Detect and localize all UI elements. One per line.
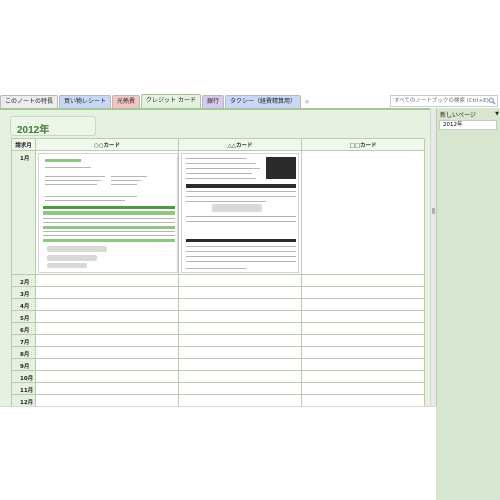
- tab-features[interactable]: このノートの特長: [0, 95, 59, 108]
- table-cell[interactable]: [178, 382, 302, 395]
- page-title: 2012年: [17, 125, 50, 136]
- search-placeholder: すべてのノートブックの検索 (Ctrl+E): [394, 98, 489, 104]
- monthly-table: 請求月 ○○カード △△カード □□カード 1月 2月 3月 4月 5月 6月 …: [11, 138, 425, 406]
- month-label: 6月: [11, 322, 36, 335]
- table-cell[interactable]: [178, 346, 302, 359]
- ribbon-area: [0, 0, 500, 94]
- table-cell[interactable]: [301, 150, 425, 275]
- table-cell[interactable]: [178, 322, 302, 335]
- table-row: 1月: [11, 150, 425, 275]
- table-cell[interactable]: [35, 310, 179, 323]
- table-cell[interactable]: [35, 394, 179, 406]
- table-cell[interactable]: [35, 382, 179, 395]
- month-label: 10月: [11, 370, 36, 383]
- table-cell[interactable]: [35, 334, 179, 347]
- add-section-button[interactable]: +: [302, 96, 312, 108]
- page-list-panel-bottom: [436, 406, 500, 500]
- month-label: 2月: [11, 274, 36, 287]
- table-cell[interactable]: [301, 382, 425, 395]
- table-cell[interactable]: [35, 274, 179, 287]
- header-card-c: □□カード: [301, 138, 425, 151]
- page-list-item[interactable]: 2012年: [439, 120, 497, 130]
- table-cell[interactable]: [35, 286, 179, 299]
- table-cell[interactable]: [301, 310, 425, 323]
- table-cell[interactable]: [178, 150, 302, 275]
- table-cell[interactable]: [178, 298, 302, 311]
- table-cell[interactable]: [178, 394, 302, 406]
- table-cell[interactable]: [301, 370, 425, 383]
- table-cell[interactable]: [301, 286, 425, 299]
- tab-taxi[interactable]: タクシー（経費精算用）: [224, 95, 301, 108]
- status-area: [0, 406, 500, 500]
- table-cell[interactable]: [301, 346, 425, 359]
- page-list-panel: 新しいページ ▼ 2012年: [436, 108, 500, 406]
- scroll-thumb[interactable]: [432, 208, 435, 214]
- statement-image-b[interactable]: [181, 153, 299, 273]
- table-cell[interactable]: [35, 150, 179, 275]
- month-label: 3月: [11, 286, 36, 299]
- table-cell[interactable]: [35, 322, 179, 335]
- new-page-label: 新しいページ: [440, 111, 476, 119]
- table-cell[interactable]: [178, 358, 302, 371]
- header-card-b: △△カード: [178, 138, 302, 151]
- tab-credit-card[interactable]: クレジット カード: [141, 94, 201, 108]
- new-page-button[interactable]: 新しいページ ▼: [437, 108, 500, 120]
- month-label: 12月: [11, 394, 36, 406]
- table-cell[interactable]: [35, 298, 179, 311]
- month-label: 5月: [11, 310, 36, 323]
- table-cell[interactable]: [301, 322, 425, 335]
- tab-utilities[interactable]: 光熱費: [112, 95, 141, 108]
- page-title-box[interactable]: 2012年: [10, 116, 96, 136]
- month-label: 9月: [11, 358, 36, 371]
- table-cell[interactable]: [35, 358, 179, 371]
- tab-receipts[interactable]: 買い物レシート: [59, 95, 112, 108]
- table-cell[interactable]: [178, 370, 302, 383]
- table-cell[interactable]: [301, 394, 425, 406]
- header-billing-month: 請求月: [11, 138, 36, 151]
- search-icon[interactable]: [488, 97, 496, 105]
- statement-image-a[interactable]: [38, 153, 178, 273]
- table-cell[interactable]: [178, 310, 302, 323]
- table-cell[interactable]: [301, 358, 425, 371]
- month-label: 7月: [11, 334, 36, 347]
- table-cell[interactable]: [178, 286, 302, 299]
- section-tabs: このノートの特長 買い物レシート 光熱費 クレジット カード 銀行 タクシー（経…: [0, 94, 390, 108]
- month-label: 8月: [11, 346, 36, 359]
- search-input[interactable]: すべてのノートブックの検索 (Ctrl+E): [390, 95, 498, 107]
- table-cell[interactable]: [178, 334, 302, 347]
- chevron-down-icon[interactable]: ▼: [495, 111, 499, 117]
- table-cell[interactable]: [301, 298, 425, 311]
- month-label: 1月: [11, 150, 36, 275]
- month-label: 4月: [11, 298, 36, 311]
- month-label: 11月: [11, 382, 36, 395]
- table-cell[interactable]: [35, 346, 179, 359]
- table-cell[interactable]: [35, 370, 179, 383]
- table-cell[interactable]: [178, 274, 302, 287]
- onenote-window: このノートの特長 買い物レシート 光熱費 クレジット カード 銀行 タクシー（経…: [0, 0, 500, 500]
- table-cell[interactable]: [301, 274, 425, 287]
- tab-bank[interactable]: 銀行: [201, 95, 224, 108]
- header-card-a: ○○カード: [35, 138, 179, 151]
- table-cell[interactable]: [301, 334, 425, 347]
- page-canvas[interactable]: 2012年 請求月 ○○カード △△カード □□カード 1月 2月 3月 4月 …: [0, 108, 430, 406]
